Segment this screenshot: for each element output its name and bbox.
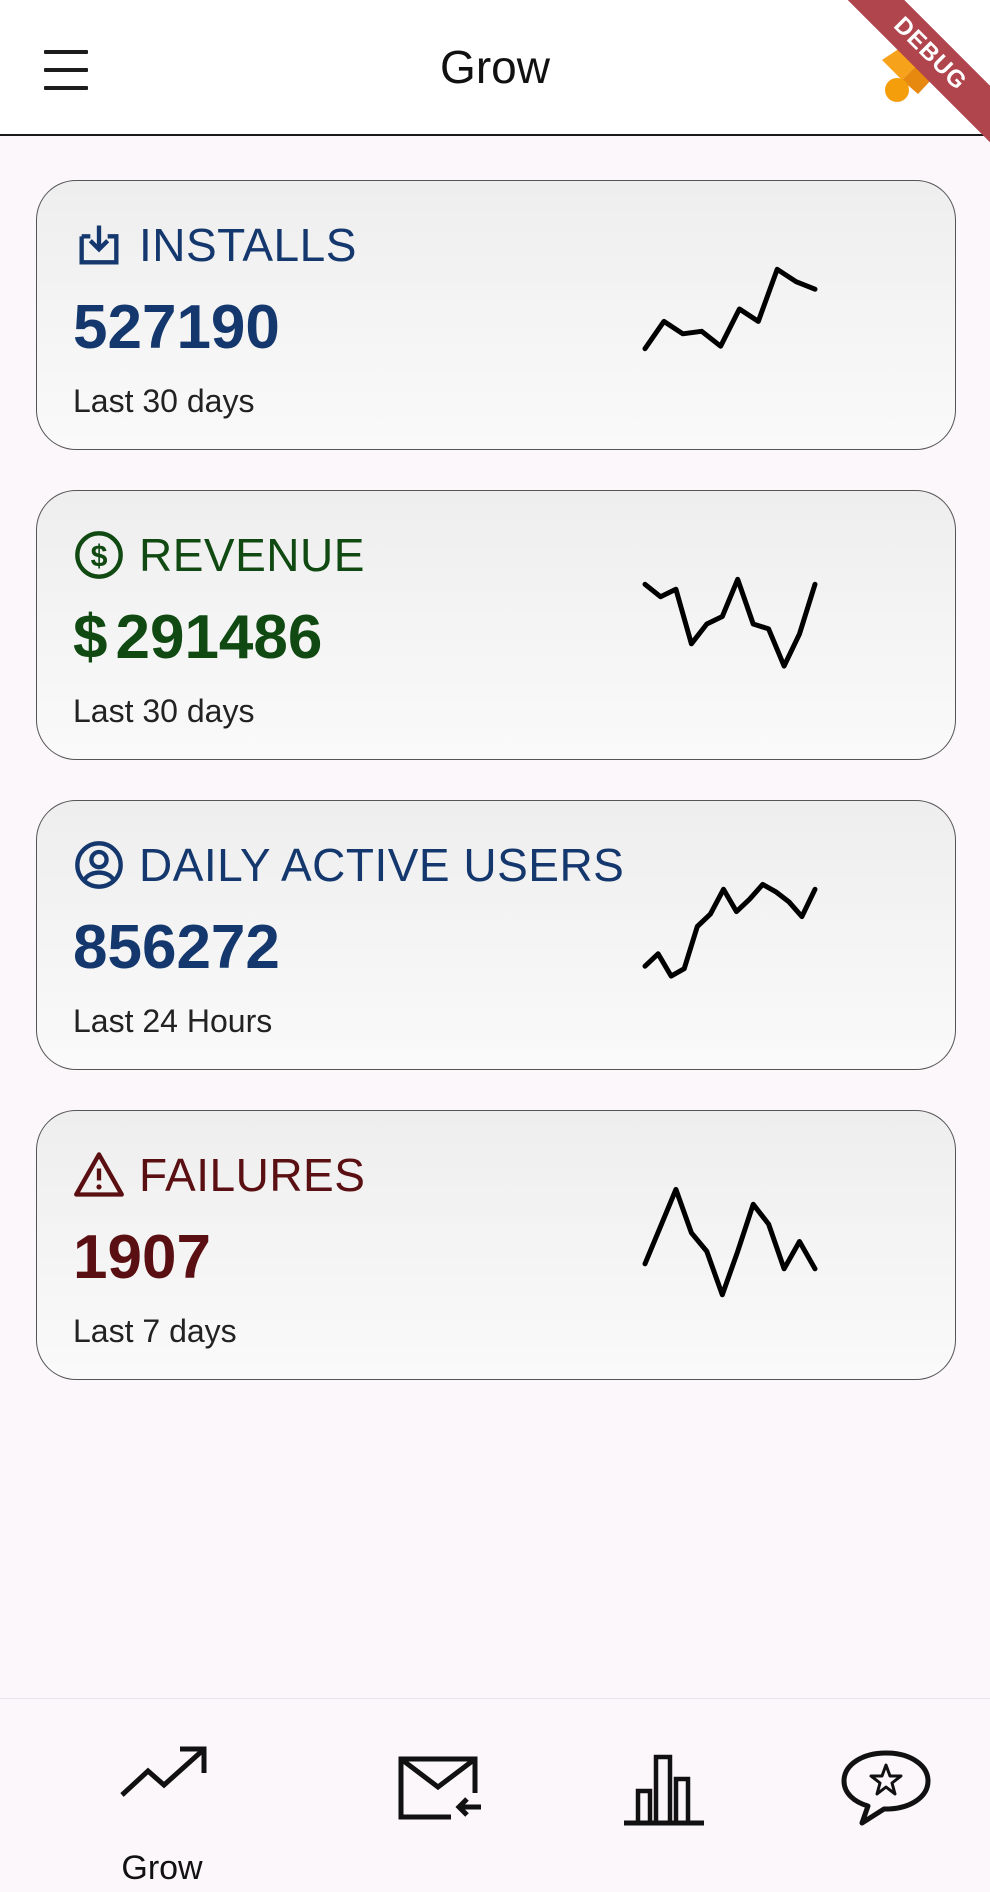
warning-triangle-icon (74, 1152, 124, 1197)
installs-title: INSTALLS (139, 219, 357, 271)
revenue-card[interactable]: $ REVENUE $291486 Last 30 days (36, 490, 956, 760)
sparkline-path (642, 1186, 818, 1298)
failures-title: FAILURES (139, 1149, 366, 1201)
bottom-navigation: Grow (0, 1698, 990, 1892)
revenue-value: $291486 (73, 603, 322, 673)
mail-arrow-icon (398, 1756, 481, 1820)
daily-active-users-card[interactable]: DAILY ACTIVE USERS 856272 Last 24 Hours (36, 800, 956, 1070)
app-bar: Grow DEBUG (0, 0, 990, 153)
nav-stats[interactable] (604, 1699, 724, 1892)
sparkline-path (642, 266, 818, 352)
page-title: Grow (440, 41, 550, 93)
nav-grow[interactable]: Grow (62, 1699, 262, 1892)
revenue-title: REVENUE (139, 529, 365, 581)
dollar-circle-icon: $ (75, 531, 123, 579)
nav-inbox[interactable] (380, 1699, 500, 1892)
svg-text:$: $ (91, 540, 108, 573)
sparkline-path (642, 881, 818, 979)
failures-sparkline (642, 1186, 818, 1298)
installs-card[interactable]: INSTALLS 527190 Last 30 days (36, 180, 956, 450)
revenue-subtitle: Last 30 days (73, 693, 255, 729)
chat-star-icon (841, 1750, 931, 1826)
revenue-sparkline (642, 576, 818, 669)
revenue-amount: 291486 (115, 603, 323, 672)
failures-card[interactable]: FAILURES 1907 Last 7 days (36, 1110, 956, 1380)
dau-title: DAILY ACTIVE USERS (139, 839, 625, 891)
dau-sparkline (642, 881, 818, 979)
nav-reviews[interactable] (826, 1699, 946, 1892)
nav-grow-label: Grow (121, 1849, 203, 1887)
currency-symbol: $ (73, 603, 108, 672)
bar-chart-icon (624, 1754, 704, 1826)
sparkline-path (642, 576, 818, 669)
installs-value: 527190 (73, 293, 280, 362)
installs-sparkline (642, 266, 818, 352)
trending-up-icon (120, 1746, 207, 1797)
dau-subtitle: Last 24 Hours (73, 1003, 273, 1039)
dau-value: 856272 (73, 913, 280, 982)
download-icon (79, 225, 119, 265)
failures-value: 1907 (73, 1223, 211, 1292)
person-circle-icon (75, 841, 123, 889)
installs-subtitle: Last 30 days (73, 383, 255, 419)
failures-subtitle: Last 7 days (73, 1313, 237, 1349)
